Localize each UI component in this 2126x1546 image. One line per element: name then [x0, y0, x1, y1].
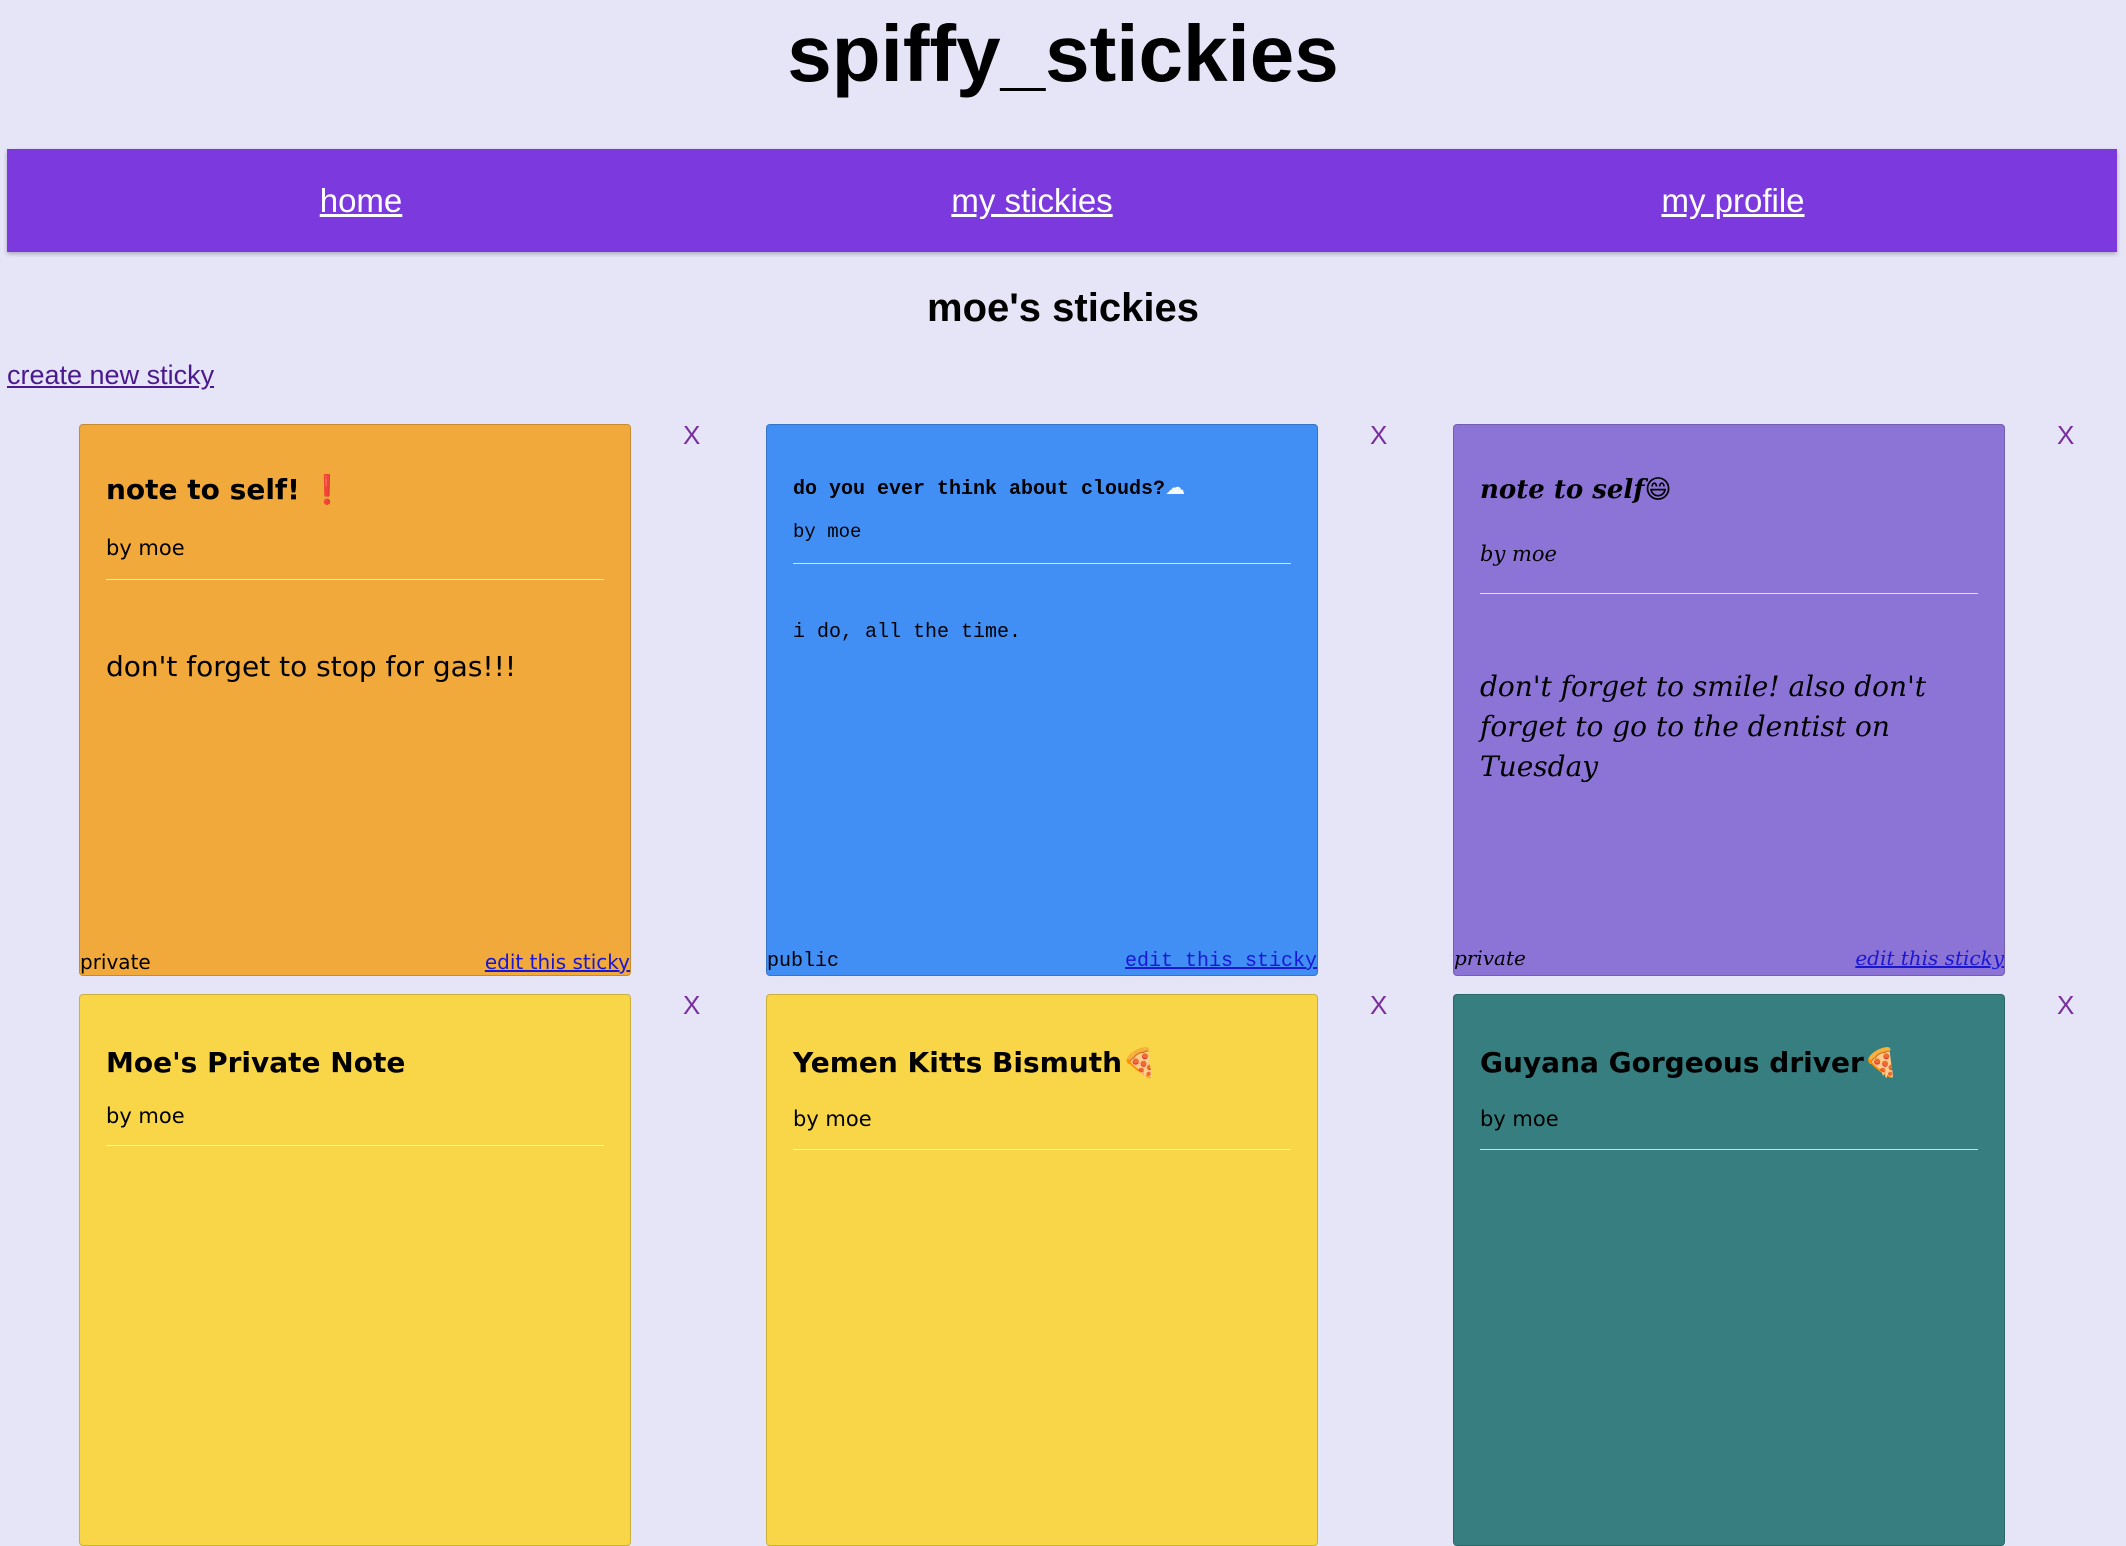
sticky-note: do you ever think about clouds?☁ by moe …: [766, 424, 1318, 976]
delete-sticky-button[interactable]: X: [2057, 420, 2074, 450]
sticky-title: Moe's Private Note: [106, 1046, 406, 1079]
sticky-title: note to self! ❗: [106, 473, 345, 506]
delete-sticky-button[interactable]: X: [2057, 990, 2074, 1020]
sticky-privacy: public: [767, 950, 840, 973]
delete-sticky-button[interactable]: X: [683, 420, 700, 450]
sticky-note: note to self😄 by moe don't forget to smi…: [1453, 424, 2005, 976]
site-title: spiffy_stickies: [787, 9, 1339, 98]
sticky-divider: [793, 1149, 1291, 1150]
sticky-author: by moe: [1480, 1107, 1559, 1131]
sticky-divider: [106, 1145, 604, 1146]
sticky-title: Guyana Gorgeous driver🍕: [1480, 1046, 1899, 1079]
edit-sticky-link[interactable]: edit this sticky: [1125, 949, 1317, 975]
sticky-body: don't forget to smile! also don't forget…: [1480, 670, 1927, 783]
sticky-note: Moe's Private Note by moe: [79, 994, 631, 1546]
smile-icon: 😄: [1644, 475, 1672, 505]
cloud-icon: ☁: [1165, 475, 1186, 499]
page-heading: moe's stickies: [927, 286, 1199, 330]
nav-link-my-stickies[interactable]: my stickies: [951, 149, 1112, 252]
sticky-note: Guyana Gorgeous driver🍕 by moe: [1453, 994, 2005, 1546]
sticky-author: by moe: [793, 1107, 872, 1131]
delete-sticky-button[interactable]: X: [1370, 990, 1387, 1020]
nav-link-my-profile[interactable]: my profile: [1661, 149, 1804, 252]
delete-sticky-button[interactable]: X: [683, 990, 700, 1020]
delete-sticky-button[interactable]: X: [1370, 420, 1387, 450]
sticky-divider: [1480, 1149, 1978, 1150]
sticky-title: Yemen Kitts Bismuth🍕: [793, 1046, 1157, 1079]
sticky-author: by moe: [106, 536, 185, 560]
sticky-author: by moe: [793, 521, 862, 543]
pizza-icon: 🍕: [1122, 1046, 1157, 1079]
edit-sticky-link[interactable]: edit this sticky: [1855, 941, 2004, 975]
sticky-body: i do, all the time.: [793, 621, 1022, 644]
sticky-author: by moe: [106, 1104, 185, 1128]
nav-link-home[interactable]: home: [320, 149, 403, 252]
sticky-note: note to self! ❗ by moe don't forget to s…: [79, 424, 631, 976]
sticky-body: don't forget to stop for gas!!!: [106, 650, 517, 683]
nav-bar: home my stickies my profile: [7, 149, 2117, 252]
sticky-divider: [1480, 593, 1978, 594]
edit-sticky-link[interactable]: edit this sticky: [485, 949, 630, 975]
sticky-title: do you ever think about clouds?☁: [793, 475, 1186, 501]
sticky-note: Yemen Kitts Bismuth🍕 by moe: [766, 994, 1318, 1546]
sticky-author: by moe: [1480, 542, 1557, 566]
sticky-divider: [106, 579, 604, 580]
exclamation-icon: ❗: [309, 473, 345, 506]
sticky-privacy: private: [1454, 946, 1526, 970]
sticky-privacy: private: [80, 950, 151, 974]
sticky-title: note to self😄: [1480, 475, 1672, 505]
pizza-icon: 🍕: [1863, 1046, 1899, 1079]
sticky-divider: [793, 563, 1291, 564]
create-sticky-link[interactable]: create new sticky: [7, 355, 214, 395]
